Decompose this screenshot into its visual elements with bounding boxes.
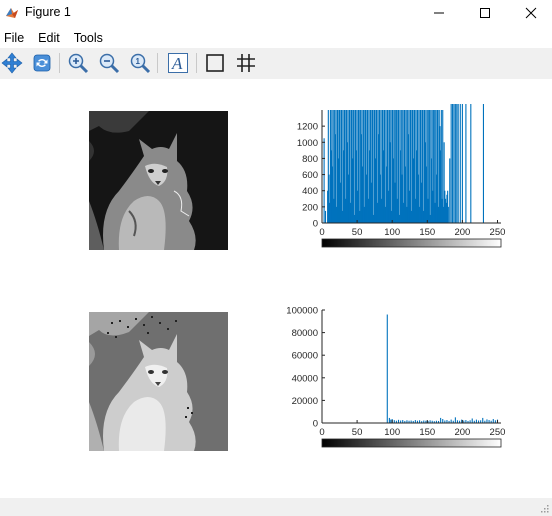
matlab-app-icon bbox=[6, 8, 18, 18]
x-tick-label: 150 bbox=[419, 427, 435, 438]
x-tick-label: 0 bbox=[319, 427, 324, 438]
y-tick-label: 0 bbox=[313, 419, 318, 430]
grayscale-colorbar bbox=[321, 438, 502, 448]
y-tick-label: 80000 bbox=[292, 328, 318, 339]
x-tick-label: 50 bbox=[352, 427, 363, 438]
zoom-reset-tool-button[interactable]: 1 bbox=[128, 51, 152, 75]
pan-tool-button[interactable] bbox=[0, 51, 24, 75]
svg-text:A: A bbox=[171, 54, 183, 73]
y-tick-label: 20000 bbox=[292, 396, 318, 407]
menu-file[interactable]: File bbox=[4, 31, 24, 45]
close-button[interactable] bbox=[508, 0, 552, 26]
y-tick-label: 0 bbox=[313, 219, 318, 230]
zoom-in-icon bbox=[68, 53, 89, 74]
figure-window: Figure 1 File Edit Tools 1 A 0 200 400 6… bbox=[0, 0, 552, 516]
axes-box-tool-button[interactable] bbox=[203, 51, 227, 75]
window-title: Figure 1 bbox=[25, 5, 71, 19]
x-tick-label: 250 bbox=[490, 427, 506, 438]
move-arrows-icon bbox=[1, 52, 23, 74]
x-tick-label: 150 bbox=[419, 227, 435, 238]
grid-icon bbox=[237, 54, 255, 72]
maximize-icon bbox=[480, 8, 490, 18]
y-tick-label: 100000 bbox=[286, 306, 318, 317]
y-tick-label: 200 bbox=[302, 202, 318, 213]
figure-toolbar: 1 A bbox=[0, 48, 552, 79]
title-bar: Figure 1 bbox=[0, 0, 552, 26]
maximize-button[interactable] bbox=[462, 0, 508, 26]
svg-text:1: 1 bbox=[136, 57, 141, 66]
x-tick-label: 0 bbox=[319, 227, 324, 238]
italic-a-icon: A bbox=[168, 53, 188, 73]
y-tick-label: 1000 bbox=[297, 138, 318, 149]
y-tick-label: 800 bbox=[302, 154, 318, 165]
y-tick-label: 40000 bbox=[292, 373, 318, 384]
menu-bar: File Edit Tools bbox=[0, 28, 552, 48]
y-tick-label: 400 bbox=[302, 186, 318, 197]
minimize-icon bbox=[434, 12, 444, 14]
toolbar-separator bbox=[59, 53, 60, 73]
x-tick-label: 250 bbox=[490, 227, 506, 238]
status-bar bbox=[0, 498, 552, 516]
x-tick-label: 100 bbox=[384, 227, 400, 238]
toolbar-separator bbox=[157, 53, 158, 73]
y-tick-label: 1200 bbox=[297, 122, 318, 133]
menu-edit[interactable]: Edit bbox=[38, 31, 60, 45]
resize-grip-icon[interactable] bbox=[539, 503, 549, 513]
histogram-equalized: 0 20000 40000 60000 80000 100000 0 50 100 150 200 2… bbox=[286, 306, 506, 448]
grayscale-colorbar bbox=[321, 238, 502, 248]
x-tick-label: 200 bbox=[454, 427, 470, 438]
original-bobcat-image bbox=[89, 111, 228, 250]
zoom-out-icon bbox=[99, 53, 120, 74]
rotate-icon bbox=[33, 54, 51, 72]
rotate-tool-button[interactable] bbox=[30, 51, 54, 75]
equalized-bobcat-image bbox=[89, 312, 228, 451]
minimize-button[interactable] bbox=[416, 0, 462, 26]
toolbar-separator bbox=[196, 53, 197, 73]
insert-text-tool-button[interactable]: A bbox=[166, 51, 190, 75]
zoom-in-tool-button[interactable] bbox=[66, 51, 90, 75]
y-tick-label: 60000 bbox=[292, 351, 318, 362]
bobcat-grayscale-image bbox=[89, 111, 228, 250]
y-tick-label: 600 bbox=[302, 170, 318, 181]
zoom-out-tool-button[interactable] bbox=[97, 51, 121, 75]
menu-tools[interactable]: Tools bbox=[74, 31, 103, 45]
histogram-original: 0 200 400 600 800 1000 1200 0 50 100 150 200 250 bbox=[297, 104, 506, 248]
x-tick-label: 200 bbox=[454, 227, 470, 238]
zoom-reset-icon: 1 bbox=[130, 53, 151, 74]
x-tick-label: 50 bbox=[352, 227, 363, 238]
box-icon bbox=[206, 54, 224, 72]
close-icon bbox=[525, 7, 537, 19]
x-tick-label: 100 bbox=[384, 427, 400, 438]
grid-tool-button[interactable] bbox=[234, 51, 258, 75]
bobcat-equalized-image bbox=[89, 312, 228, 451]
figure-canvas: 0 200 400 600 800 1000 1200 0 50 100 150 200 250 0 20… bbox=[0, 79, 552, 498]
